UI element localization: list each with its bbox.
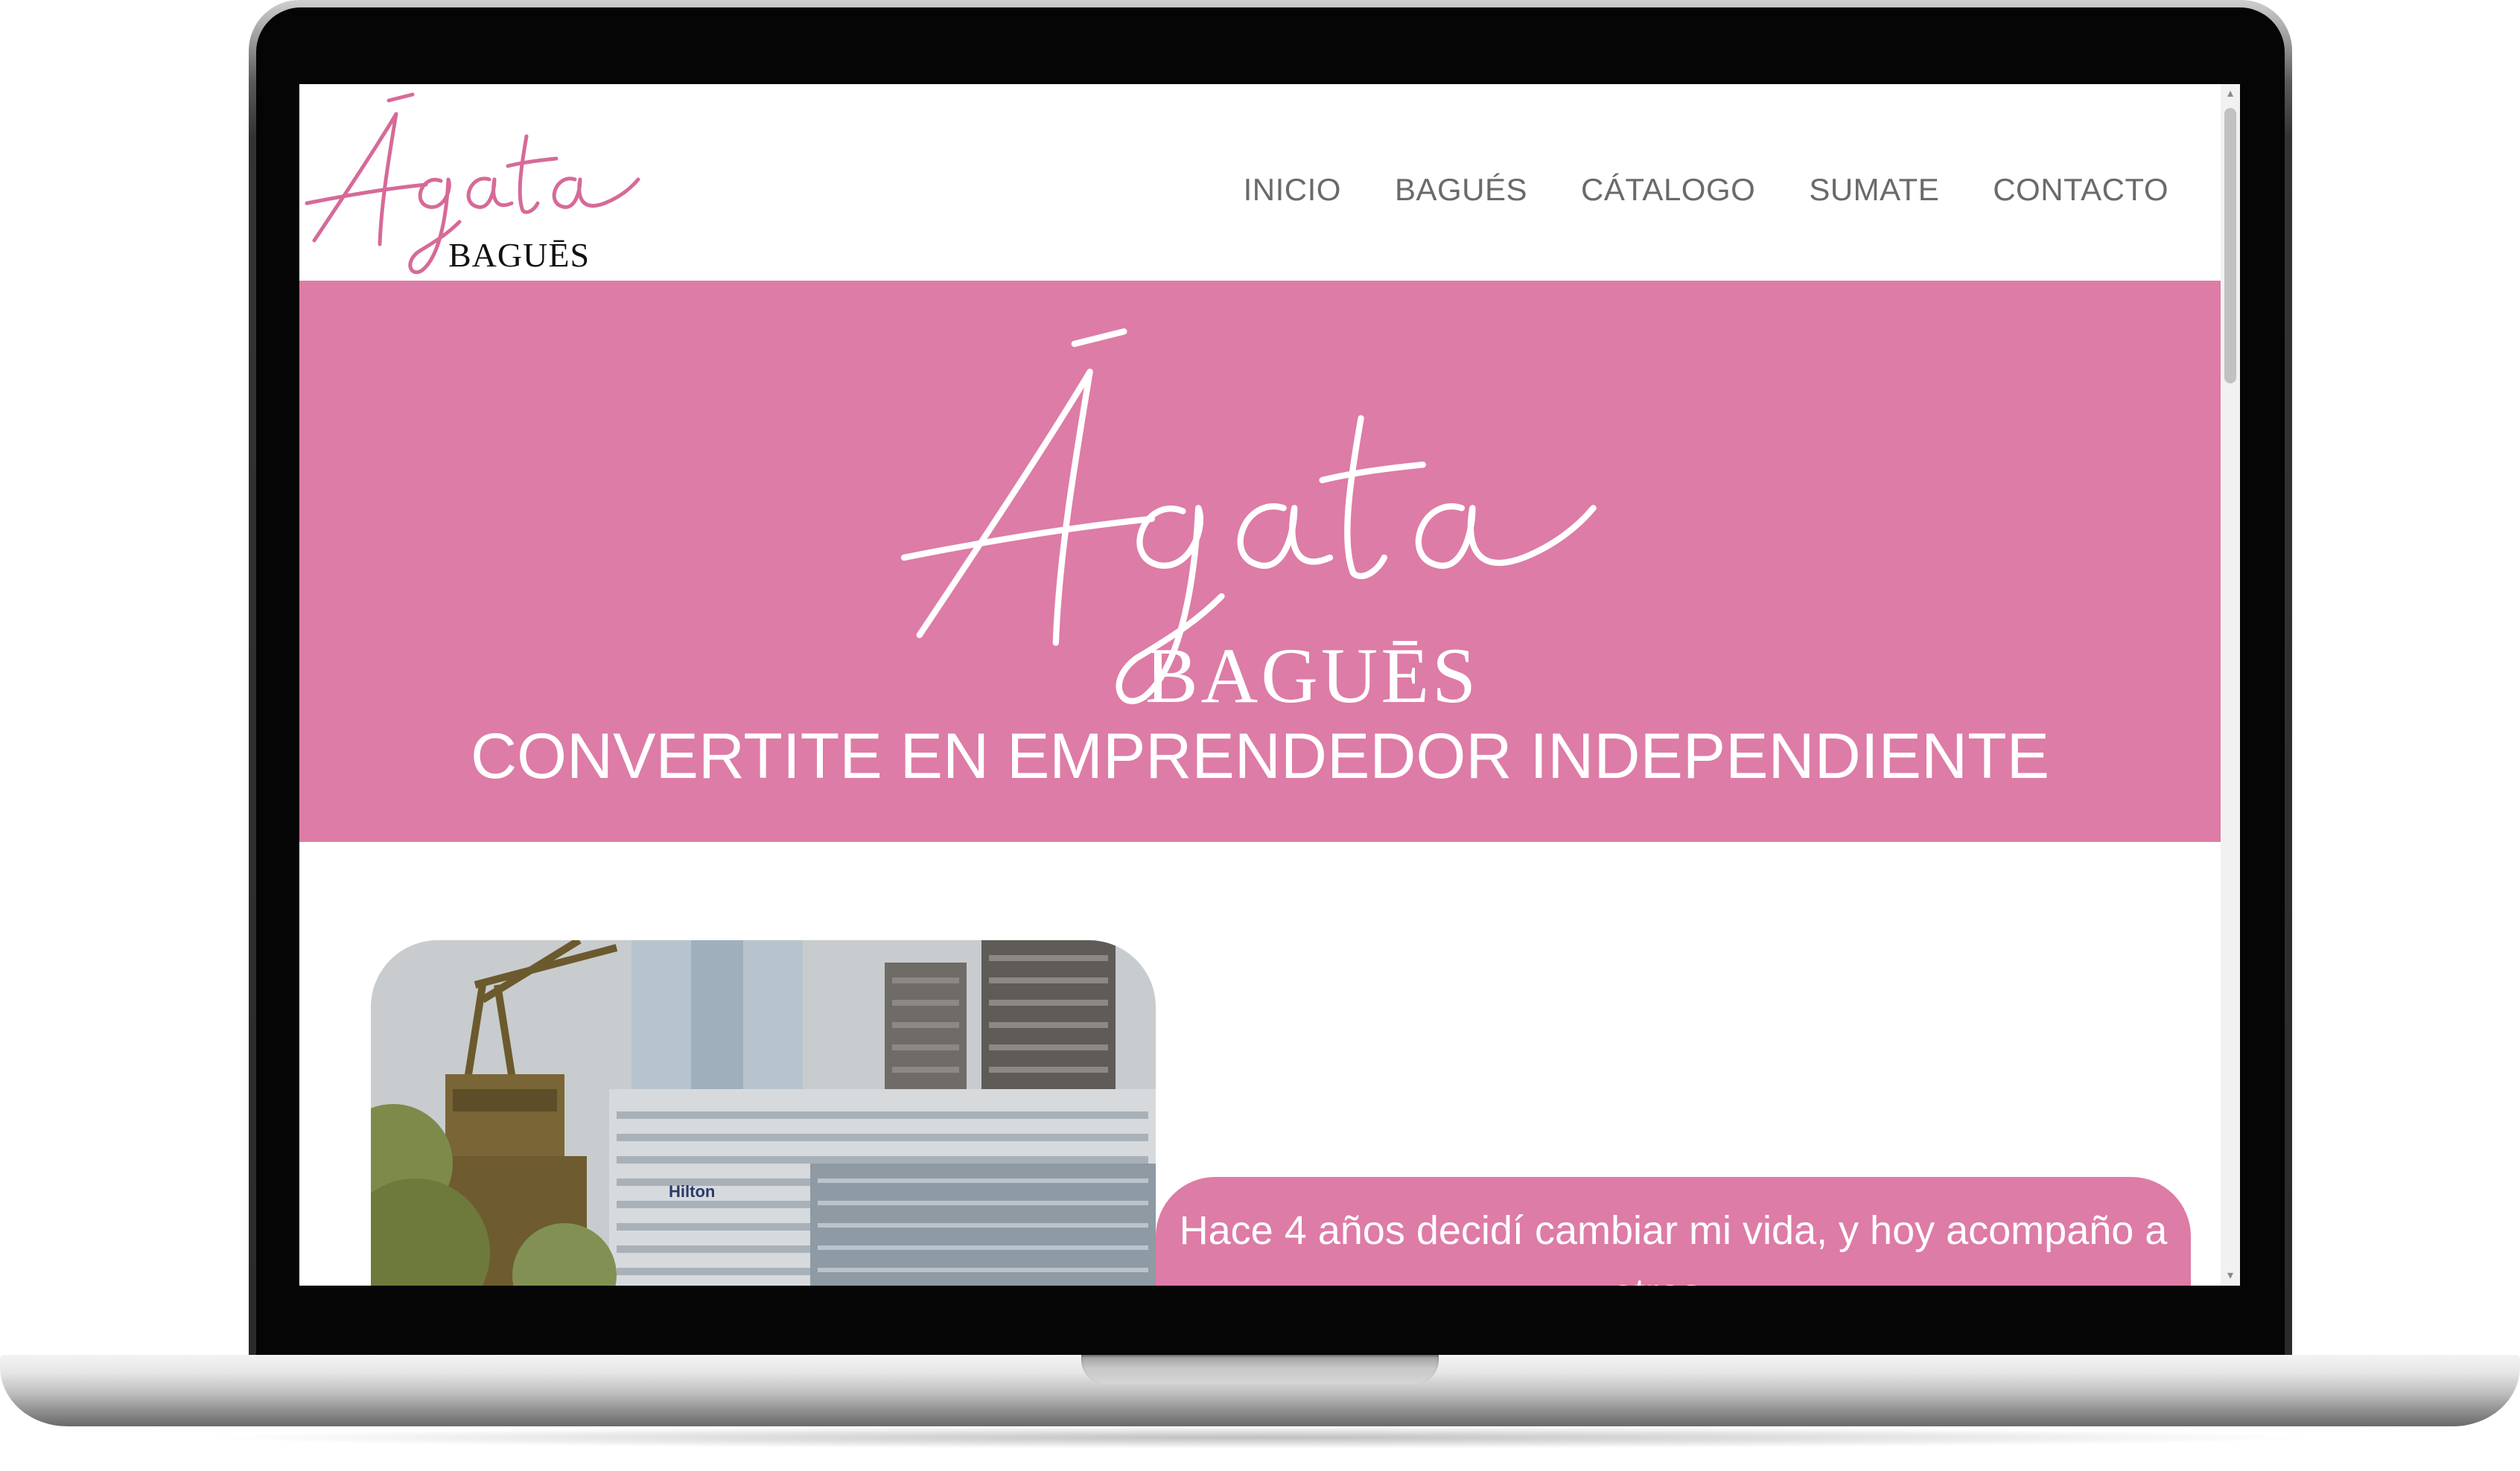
nav-item-sumate[interactable]: SUMATE: [1809, 172, 1939, 208]
hero-banner: BAGUĒS CONVERTITE EN EMPRENDEDOR INDEPEN…: [299, 281, 2221, 842]
logo-surname: BAGUĒS: [448, 236, 591, 274]
browser-viewport: BAGUĒS INICIO BAGUÉS CÁTALOGO SUMATE CON…: [299, 84, 2240, 1286]
city-photo-illustration: Hilton: [371, 940, 1156, 1286]
laptop-notch: [1081, 1355, 1439, 1385]
quote-card: Hace 4 años decidí cambiar mi vida, y ho…: [1156, 1177, 2191, 1286]
quote-text: Hace 4 años decidí cambiar mi vida, y ho…: [1179, 1208, 2168, 1286]
city-photo: Hilton: [371, 940, 1156, 1286]
hero-tagline: CONVERTITE EN EMPRENDEDOR INDEPENDIENTE: [470, 721, 2050, 792]
site-header: BAGUĒS INICIO BAGUÉS CÁTALOGO SUMATE CON…: [299, 84, 2221, 281]
nav-item-catalogo[interactable]: CÁTALOGO: [1581, 172, 1755, 208]
laptop-shadow: [194, 1426, 2326, 1449]
scrollbar[interactable]: ▴ ▾: [2221, 84, 2240, 1286]
nav-item-inicio[interactable]: INICIO: [1244, 172, 1341, 208]
chevron-up-icon[interactable]: ▴: [2221, 84, 2240, 103]
main-nav: INICIO BAGUÉS CÁTALOGO SUMATE CONTACTO: [1244, 172, 2169, 208]
nav-item-contacto[interactable]: CONTACTO: [1993, 172, 2169, 208]
laptop-mockup: BAGUĒS INICIO BAGUÉS CÁTALOGO SUMATE CON…: [0, 0, 2520, 1471]
hilton-sign: Hilton: [669, 1182, 715, 1201]
site-logo[interactable]: BAGUĒS: [299, 92, 649, 278]
nav-item-bagues[interactable]: BAGUÉS: [1395, 172, 1527, 208]
scrollbar-thumb[interactable]: [2224, 108, 2236, 383]
intro-section: Hilton Hace 4 años decidí cambiar mi vid…: [299, 842, 2221, 1286]
hero-logo-surname: BAGUĒS: [1145, 632, 1480, 719]
chevron-down-icon[interactable]: ▾: [2221, 1266, 2240, 1286]
